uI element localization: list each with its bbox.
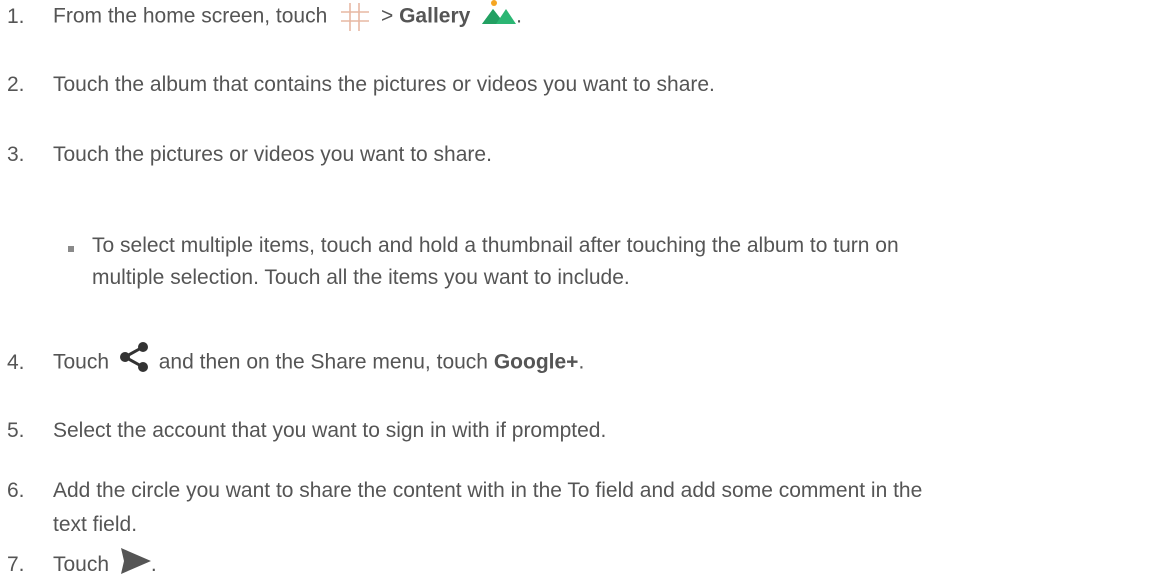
step-5: 5. Select the account that you want to si… — [7, 418, 606, 444]
send-icon — [120, 548, 151, 575]
step-number: 5. — [7, 419, 25, 442]
step-6: 6. Add the circle you want to share the c… — [7, 478, 922, 504]
step-text: Touch the pictures or videos you want to… — [53, 143, 492, 166]
step-text: From the home screen, touch — [53, 4, 328, 28]
bullet-marker — [68, 246, 74, 252]
step-number: 6. — [7, 479, 25, 502]
step-number: 1. — [7, 4, 25, 28]
step-number: 4. — [7, 350, 25, 374]
period: . — [150, 553, 157, 576]
step-number: 3. — [7, 143, 25, 166]
sub-bullet-line-1: To select multiple items, touch and hold… — [92, 234, 899, 257]
step-7: 7. Touch . — [7, 548, 157, 578]
step-number: 2. — [7, 73, 25, 96]
apps-grid-icon — [341, 3, 370, 31]
separator: > — [380, 4, 394, 28]
step-text: Touch — [53, 350, 110, 374]
sub-bullet-item: To select multiple items, touch and hold… — [92, 230, 1152, 294]
step-text-continued: and then on the Share menu, touch — [158, 350, 488, 374]
step-number: 7. — [7, 553, 25, 576]
gallery-icon — [482, 0, 517, 26]
share-icon — [119, 342, 149, 372]
period: . — [516, 4, 522, 28]
step-2: 2. Touch the album that contains the pict… — [7, 72, 715, 98]
step-text: Touch — [53, 553, 110, 576]
step-1: 1. From the home screen, touch > Gallery … — [7, 0, 522, 32]
gallery-label: Gallery — [399, 4, 471, 28]
step-text: Select the account that you want to sign… — [53, 419, 607, 442]
step-text-line-1: Add the circle you want to share the con… — [53, 479, 923, 502]
google-plus-label: Google+ — [493, 350, 579, 374]
step-text: Touch the album that contains the pictur… — [53, 73, 715, 96]
sub-bullet-line-2: multiple selection. Touch all the items … — [92, 266, 630, 289]
step-3: 3. Touch the pictures or videos you want … — [7, 142, 492, 168]
period: . — [578, 350, 585, 374]
step-4: 4. Touch and then on the Share menu, touc… — [7, 342, 585, 378]
step-6-continuation: text field. — [53, 513, 138, 536]
